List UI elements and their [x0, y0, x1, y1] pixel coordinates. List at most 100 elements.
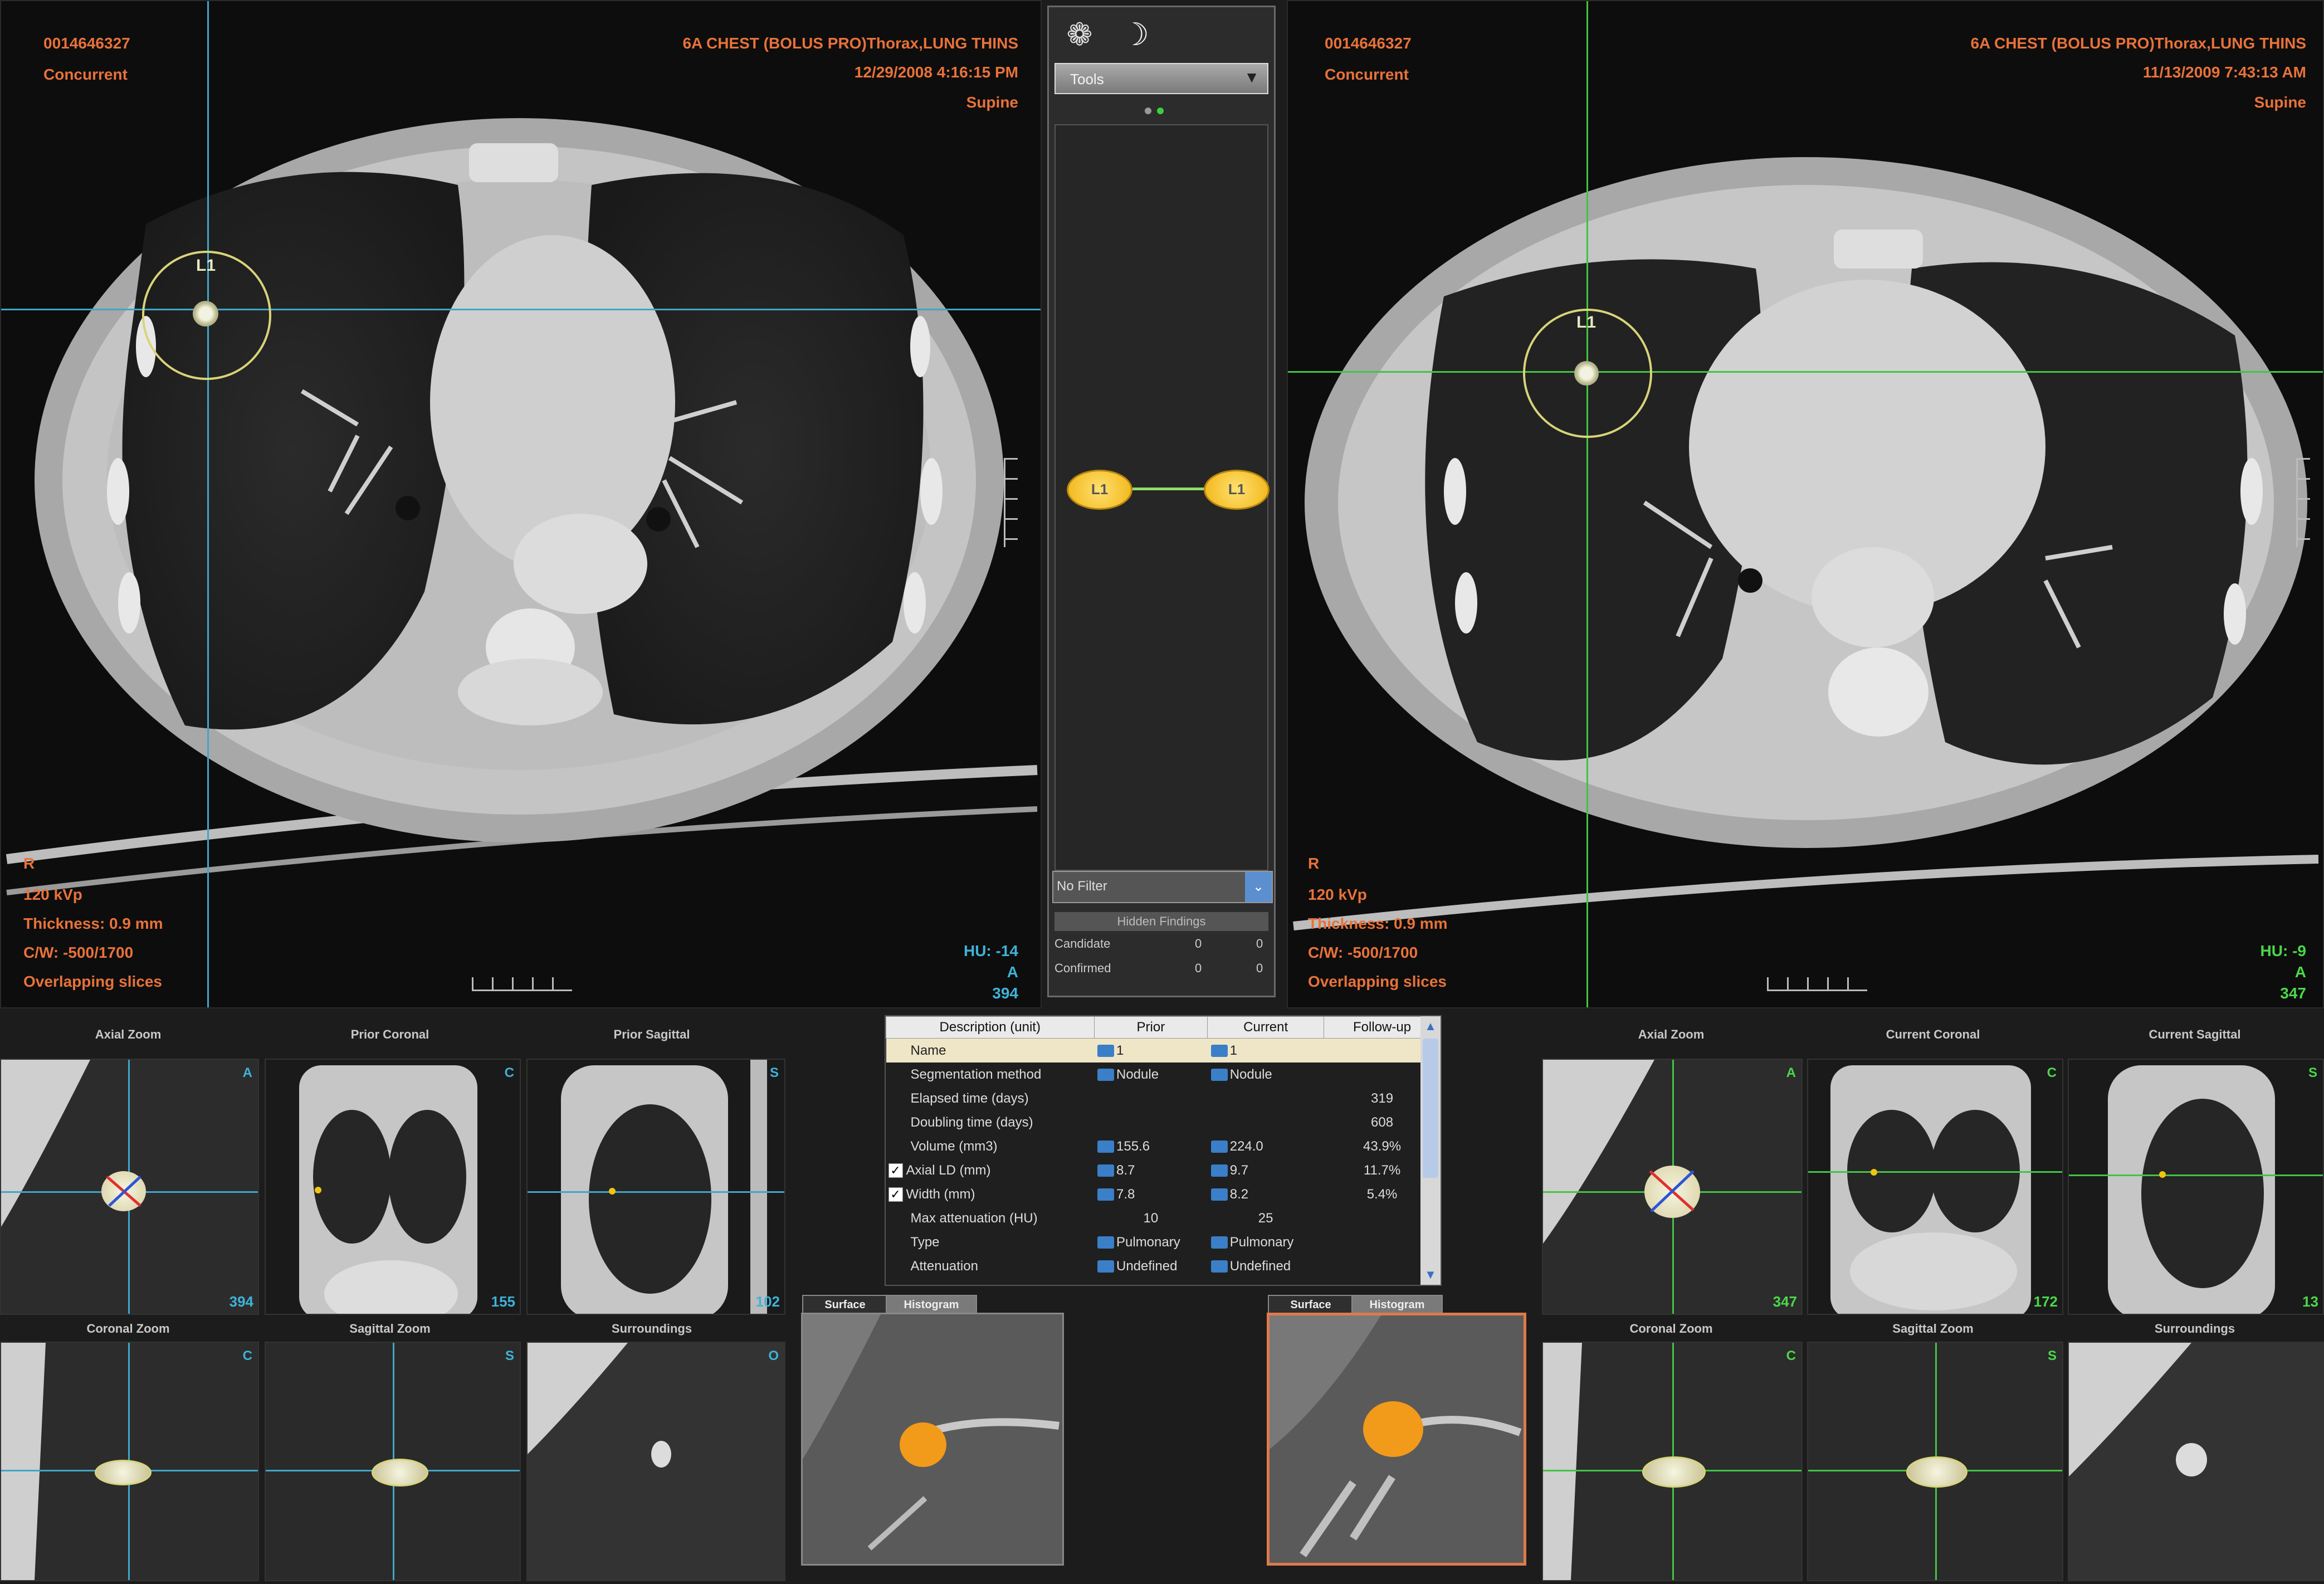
row-follow: 319: [1371, 1090, 1394, 1106]
current-dropdown-icon[interactable]: [1210, 1069, 1228, 1081]
current-3d-render-view[interactable]: [1267, 1313, 1526, 1566]
table-row[interactable]: Elapsed time (days) 319: [886, 1086, 1441, 1110]
current-crosshair-horizontal[interactable]: [1288, 371, 2323, 373]
prior-sagittal-crosshair[interactable]: [528, 1191, 784, 1193]
prior-surface-tab[interactable]: Surface: [802, 1295, 888, 1315]
table-row[interactable]: Attenuation Undefined Undefined: [886, 1254, 1441, 1278]
current-lesion-node[interactable]: L1: [1204, 470, 1270, 510]
current-crosshair-vertical[interactable]: [1586, 1, 1588, 1007]
prior-dropdown-icon[interactable]: [1097, 1236, 1114, 1249]
col-description[interactable]: Description (unit): [886, 1016, 1095, 1039]
prior-axial-letter: A: [242, 1065, 252, 1080]
prior-coronal-view[interactable]: C 155: [265, 1059, 521, 1315]
prior-datetime: 12/29/2008 4:16:15 PM: [854, 64, 1018, 81]
prior-lesion-label: L1: [196, 256, 216, 275]
current-sagittal-zoom-view[interactable]: S: [1807, 1342, 2063, 1581]
prior-3d-render-view[interactable]: [801, 1313, 1064, 1566]
prior-surroundings-view[interactable]: O: [526, 1342, 785, 1581]
row-label: Name: [910, 1042, 946, 1058]
current-coronal-zoom-title: Coronal Zoom: [1629, 1322, 1713, 1336]
col-current[interactable]: Current: [1207, 1016, 1325, 1039]
heart-mode-icon[interactable]: ☽: [1116, 15, 1155, 54]
current-coronal-zoom-view[interactable]: C: [1542, 1342, 1803, 1581]
prior-dropdown-icon[interactable]: [1097, 1164, 1114, 1177]
current-axial-viewport[interactable]: L1 0014646327 Concurrent 6A CHEST (BOLUS…: [1287, 0, 2324, 1008]
current-dropdown-icon[interactable]: [1210, 1236, 1228, 1249]
prior-axial-viewport[interactable]: L1 0014646327 Concurrent 6A CHEST (BOLUS…: [0, 0, 1042, 1008]
prior-sagittal-view[interactable]: S 102: [526, 1059, 785, 1315]
page-dot-active[interactable]: [1157, 108, 1164, 114]
prior-dropdown-icon[interactable]: [1097, 1188, 1114, 1201]
width-checkbox[interactable]: ✓: [888, 1187, 903, 1202]
table-row[interactable]: Max attenuation (HU) 10 25: [886, 1206, 1441, 1230]
current-dropdown-icon[interactable]: [1210, 1260, 1228, 1273]
scroll-thumb[interactable]: [1423, 1039, 1438, 1178]
current-axial-zoom-view[interactable]: A 347: [1542, 1059, 1803, 1315]
current-sagittal-crosshair[interactable]: [2069, 1174, 2323, 1176]
table-scrollbar[interactable]: ▲ ▼: [1420, 1016, 1441, 1285]
current-histogram-tab[interactable]: Histogram: [1351, 1295, 1443, 1315]
current-window-level: C/W: -500/1700: [1308, 944, 1418, 961]
prior-orientation-letter: R: [23, 855, 35, 872]
scroll-down-icon[interactable]: ▼: [1420, 1265, 1441, 1285]
current-surroundings-view[interactable]: [2068, 1342, 2324, 1581]
current-diameter-marks: [1649, 1170, 1695, 1212]
current-dropdown-icon[interactable]: [1210, 1045, 1228, 1057]
page-dot-inactive[interactable]: [1145, 108, 1151, 114]
prior-status: Concurrent: [43, 66, 128, 83]
prior-coronal-zoom-letter: C: [242, 1348, 252, 1363]
prior-coronal-marker: [315, 1187, 321, 1193]
prior-sagittal-zoom-view[interactable]: S: [265, 1342, 521, 1581]
current-dropdown-icon[interactable]: [1210, 1164, 1228, 1177]
prior-crosshair-vertical[interactable]: [207, 1, 209, 1007]
prior-surroundings-title: Surroundings: [611, 1322, 692, 1336]
current-sagittal-zoom-letter: S: [2047, 1348, 2057, 1363]
table-row[interactable]: Type Pulmonary Pulmonary: [886, 1230, 1441, 1254]
page-indicator-dots[interactable]: [1145, 108, 1167, 116]
prior-dropdown-icon[interactable]: [1097, 1069, 1114, 1081]
current-dropdown-icon[interactable]: [1210, 1188, 1228, 1201]
row-current: Pulmonary: [1229, 1234, 1294, 1250]
prior-coronal-zoom-view[interactable]: C: [0, 1342, 259, 1581]
row-current: 8.2: [1229, 1186, 1249, 1202]
findings-table: Description (unit) Prior Current Follow-…: [886, 1016, 1441, 1278]
prior-diameter-marks: [106, 1176, 141, 1207]
scroll-up-icon[interactable]: ▲: [1420, 1016, 1441, 1036]
lung-mode-icon[interactable]: ❁: [1060, 15, 1099, 54]
tools-dropdown[interactable]: Tools ▼: [1054, 63, 1268, 94]
table-row[interactable]: Volume (mm3) 155.6 224.0 43.9%: [886, 1134, 1441, 1158]
current-coronal-crosshair[interactable]: [1808, 1171, 2062, 1173]
table-row[interactable]: ✓ Axial LD (mm) 8.7 9.7 11.7%: [886, 1158, 1441, 1182]
prior-dropdown-icon[interactable]: [1097, 1260, 1114, 1273]
current-coronal-zoom-nodule: [1642, 1456, 1706, 1488]
prior-axial-zoom-view[interactable]: A 394: [0, 1059, 259, 1315]
prior-histogram-tab[interactable]: Histogram: [886, 1295, 977, 1315]
table-row[interactable]: Doubling time (days) 608: [886, 1110, 1441, 1134]
row-label: Max attenuation (HU): [910, 1210, 1038, 1226]
current-sagittal-view[interactable]: S 13: [2068, 1059, 2324, 1315]
current-kvp: 120 kVp: [1308, 886, 1367, 903]
current-study-name: 6A CHEST (BOLUS PRO)Thorax,LUNG THINS: [1970, 35, 2306, 52]
prior-sagittal-marker: [609, 1188, 616, 1195]
col-prior[interactable]: Prior: [1093, 1016, 1208, 1039]
table-row[interactable]: ✓ Width (mm) 7.8 8.2 5.4%: [886, 1182, 1441, 1206]
table-row[interactable]: Name 1 1: [886, 1038, 1441, 1063]
table-row[interactable]: Segmentation method Nodule Nodule: [886, 1063, 1441, 1086]
filter-dropdown[interactable]: No Filter ⌄: [1052, 871, 1273, 903]
current-thickness: Thickness: 0.9 mm: [1308, 915, 1448, 932]
current-coronal-zoom-letter: C: [1786, 1348, 1796, 1363]
current-surface-tab[interactable]: Surface: [1268, 1295, 1354, 1315]
prior-axial-zoom-title: Axial Zoom: [95, 1027, 162, 1041]
current-coronal-view[interactable]: C 172: [1807, 1059, 2063, 1315]
prior-lesion-node[interactable]: L1: [1067, 470, 1132, 510]
prior-dropdown-icon[interactable]: [1097, 1141, 1114, 1153]
current-surroundings-title: Surroundings: [2154, 1322, 2235, 1336]
prior-dropdown-icon[interactable]: [1097, 1045, 1114, 1057]
prior-sagittal-zoom-title: Sagittal Zoom: [349, 1322, 431, 1336]
axial-ld-checkbox[interactable]: ✓: [888, 1163, 903, 1178]
row-label: Segmentation method: [910, 1066, 1042, 1082]
current-dropdown-icon[interactable]: [1210, 1141, 1228, 1153]
prior-surroundings-image: [528, 1343, 784, 1580]
confirmed-label: Confirmed: [1054, 961, 1111, 975]
prior-sagittal-zoom-letter: S: [505, 1348, 514, 1363]
